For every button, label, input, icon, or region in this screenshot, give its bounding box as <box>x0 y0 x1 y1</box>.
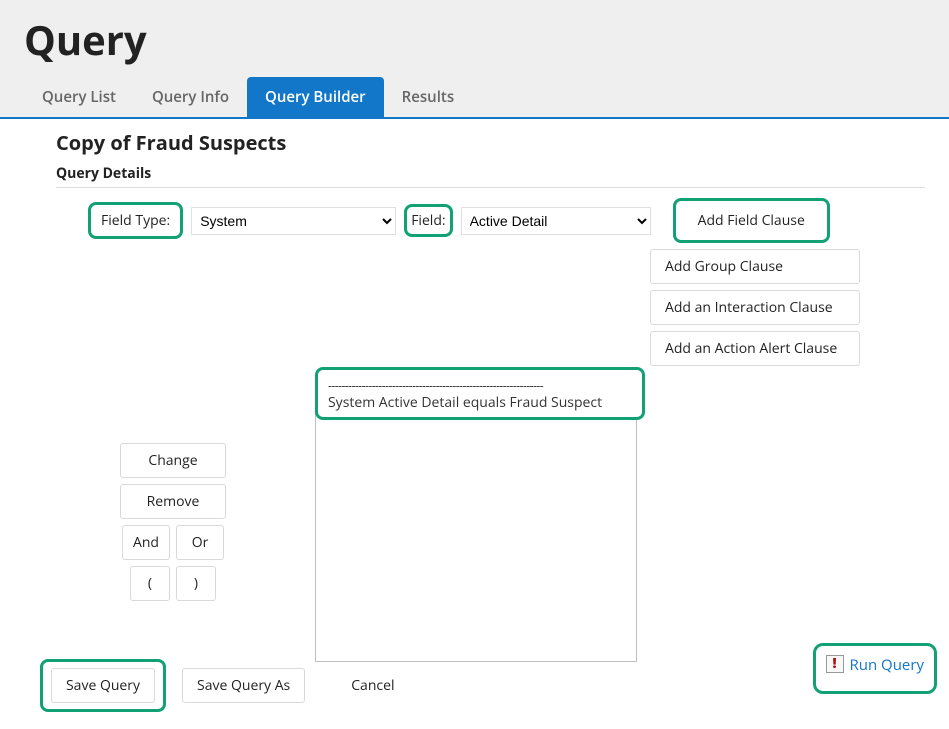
remove-button[interactable]: Remove <box>120 484 226 519</box>
field-type-label: Field Type: <box>88 202 183 239</box>
save-query-button[interactable]: Save Query <box>51 668 155 703</box>
tab-query-list[interactable]: Query List <box>24 77 134 117</box>
operator-buttons: Change Remove And Or ( ) <box>120 443 226 601</box>
field-row: Field Type: System Field: Active Detail … <box>88 198 925 243</box>
add-action-alert-clause-button[interactable]: Add an Action Alert Clause <box>650 331 860 366</box>
and-or-row: And Or <box>122 525 224 560</box>
section-label: Query Details <box>56 164 925 183</box>
change-button[interactable]: Change <box>120 443 226 478</box>
page-title: Query <box>0 0 949 77</box>
add-field-clause-button[interactable]: Add Field Clause <box>673 198 830 243</box>
clause-highlight: ----------------------------------------… <box>315 367 645 420</box>
save-query-highlight: Save Query <box>40 659 166 712</box>
save-query-as-button[interactable]: Save Query As <box>182 668 305 703</box>
content-area: Copy of Fraud Suspects Query Details Fie… <box>0 119 949 729</box>
add-group-clause-button[interactable]: Add Group Clause <box>650 249 860 284</box>
section-divider <box>56 187 925 188</box>
or-button[interactable]: Or <box>176 525 224 560</box>
open-paren-button[interactable]: ( <box>130 566 170 601</box>
paren-row: ( ) <box>130 566 216 601</box>
tab-query-builder[interactable]: Query Builder <box>247 77 384 117</box>
tabbar: Query List Query Info Query Builder Resu… <box>0 77 949 119</box>
run-query-link[interactable]: Run Query <box>850 655 925 675</box>
footer-row: Save Query Save Query As Cancel <box>40 659 405 712</box>
close-paren-button[interactable]: ) <box>176 566 216 601</box>
clause-text[interactable]: System Active Detail equals Fraud Suspec… <box>328 394 632 413</box>
field-type-select[interactable]: System <box>191 207 396 235</box>
add-interaction-clause-button[interactable]: Add an Interaction Clause <box>650 290 860 325</box>
clause-display-head: ----------------------------------------… <box>322 374 638 413</box>
tab-results[interactable]: Results <box>384 77 472 117</box>
field-label: Field: <box>404 204 452 237</box>
and-button[interactable]: And <box>122 525 170 560</box>
side-buttons: Add Group Clause Add an Interaction Clau… <box>650 249 860 366</box>
clause-divider: ----------------------------------------… <box>328 378 632 394</box>
clause-listbox[interactable] <box>315 380 637 662</box>
tab-query-info[interactable]: Query Info <box>134 77 247 117</box>
query-subtitle: Copy of Fraud Suspects <box>56 129 925 156</box>
run-query-highlight: ! Run Query <box>813 643 938 694</box>
field-select[interactable]: Active Detail <box>461 207 651 235</box>
exclamation-icon: ! <box>826 655 844 673</box>
cancel-button[interactable]: Cancel <box>341 668 404 703</box>
clause-area: ----------------------------------------… <box>315 367 645 662</box>
